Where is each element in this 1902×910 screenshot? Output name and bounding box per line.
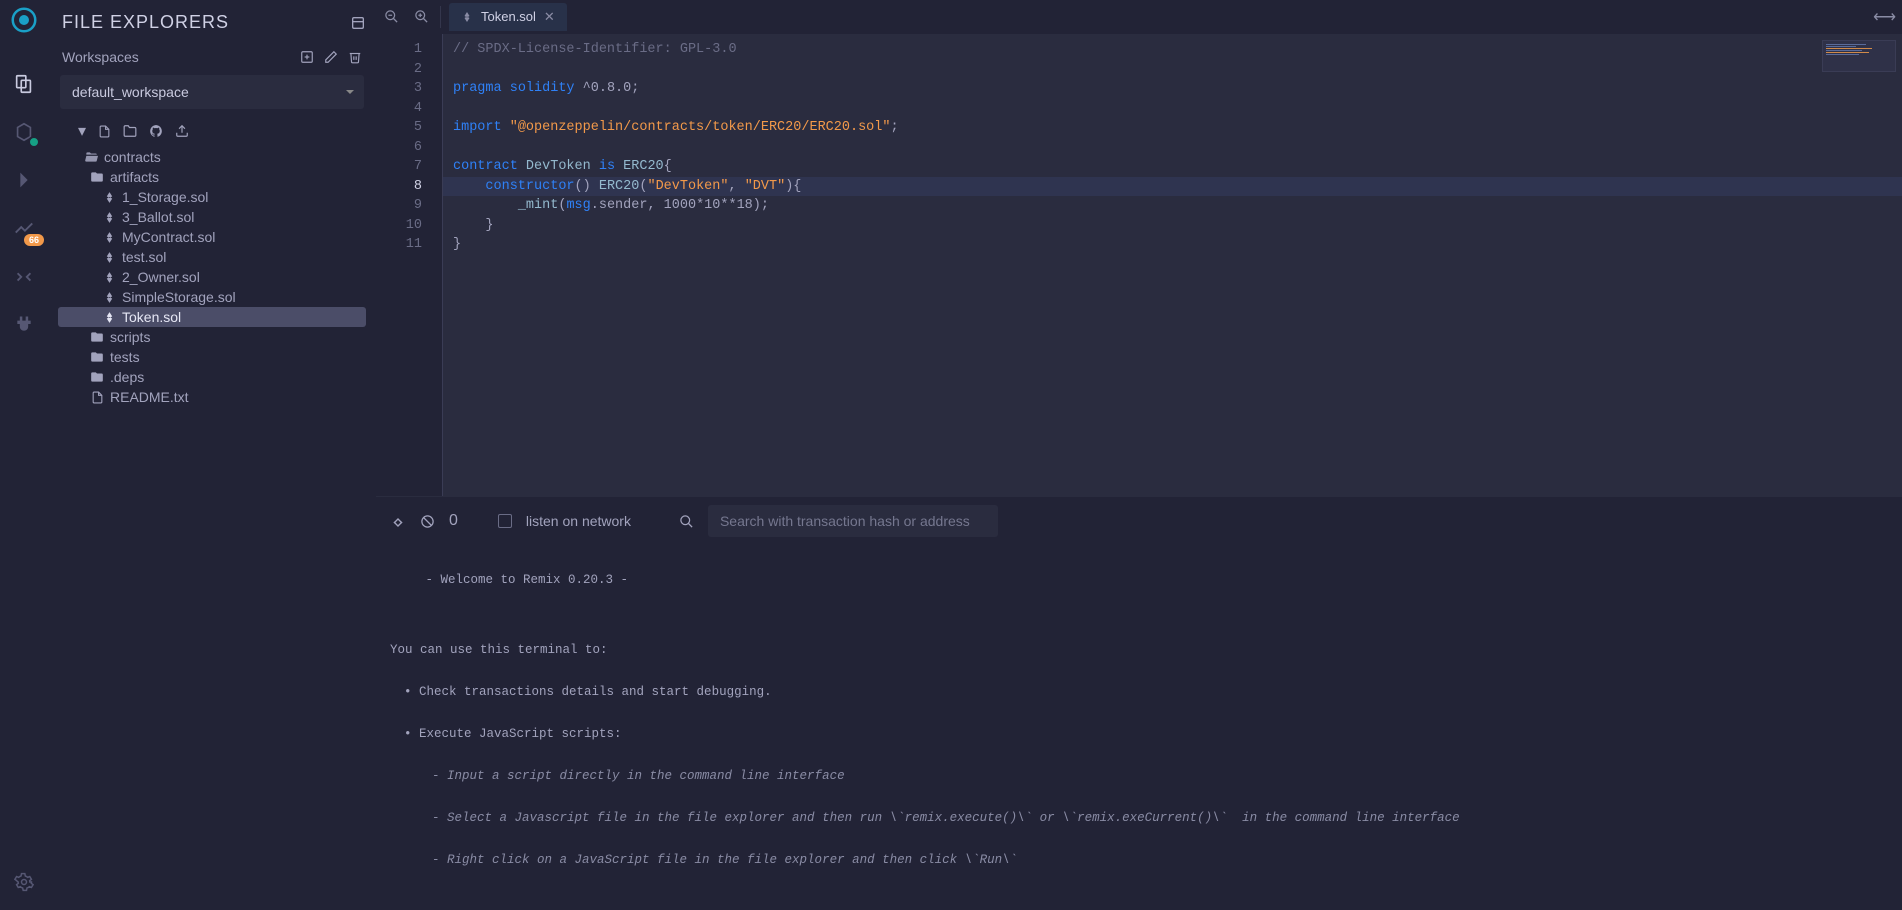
rename-workspace-icon[interactable]: [324, 50, 338, 64]
tree-item-label: MyContract.sol: [122, 229, 215, 245]
file-2_owner-sol[interactable]: 2_Owner.sol: [58, 267, 366, 287]
line-gutter: 1234567891011: [376, 34, 442, 496]
workspaces-label: Workspaces: [62, 49, 139, 65]
tree-item-label: scripts: [110, 329, 150, 345]
tree-item-label: SimpleStorage.sol: [122, 289, 236, 305]
terminal-panel: 0 listen on network - Welcome to Remix 0…: [376, 496, 1902, 910]
file-explorer-panel: FILE EXPLORERS Workspaces default_worksp…: [48, 0, 376, 910]
compiler-icon[interactable]: [4, 112, 44, 152]
github-icon[interactable]: [149, 124, 163, 138]
debugger-icon[interactable]: [4, 256, 44, 296]
pending-tx-count: 0: [449, 512, 458, 530]
tree-item-label: artifacts: [110, 169, 159, 185]
file-token-sol[interactable]: Token.sol: [58, 307, 366, 327]
file-1_storage-sol[interactable]: 1_Storage.sol: [58, 187, 366, 207]
code-content[interactable]: // SPDX-License-Identifier: GPL-3.0pragm…: [442, 34, 1902, 496]
settings-icon[interactable]: [4, 862, 44, 902]
deploy-icon[interactable]: [4, 160, 44, 200]
folder-icon: [90, 350, 104, 364]
tab-label: Token.sol: [481, 9, 536, 24]
tree-item-label: contracts: [104, 149, 161, 165]
tree-item-label: README.txt: [110, 389, 189, 405]
solidity-icon: [102, 311, 116, 324]
folder-artifacts[interactable]: artifacts: [58, 167, 366, 187]
terminal-search-input[interactable]: [708, 505, 998, 537]
remix-logo[interactable]: [8, 4, 40, 36]
solidity-icon: [461, 11, 473, 23]
zoom-out-icon[interactable]: [376, 2, 406, 32]
file-3_ballot-sol[interactable]: 3_Ballot.sol: [58, 207, 366, 227]
folder-open-icon: [84, 150, 98, 164]
tree-item-label: 2_Owner.sol: [122, 269, 200, 285]
file-simplestorage-sol[interactable]: SimpleStorage.sol: [58, 287, 366, 307]
listen-checkbox[interactable]: [498, 514, 512, 528]
file-mycontract-sol[interactable]: MyContract.sol: [58, 227, 366, 247]
file-tree: contracts artifacts 1_Storage.sol 3_Ballot.…: [58, 147, 366, 407]
file-readme-txt[interactable]: README.txt: [58, 387, 366, 407]
workspace-select[interactable]: default_workspace: [60, 75, 364, 109]
folder-icon: [90, 330, 104, 344]
tree-item-label: 1_Storage.sol: [122, 189, 208, 205]
solidity-icon: [102, 291, 116, 304]
new-file-icon[interactable]: [98, 125, 111, 138]
tab-token-sol[interactable]: Token.sol ✕: [449, 3, 567, 31]
tree-collapse-icon[interactable]: ▾: [78, 121, 86, 141]
solidity-icon: [102, 211, 116, 224]
icon-sidebar: 66: [0, 0, 48, 910]
tree-item-label: test.sol: [122, 249, 166, 265]
terminal-toolbar: 0 listen on network: [376, 497, 1902, 545]
create-workspace-icon[interactable]: [300, 50, 314, 64]
terminal-output[interactable]: - Welcome to Remix 0.20.3 - You can use …: [376, 545, 1902, 910]
solidity-icon: [102, 231, 116, 244]
clear-terminal-icon[interactable]: [420, 514, 435, 529]
folder--deps[interactable]: .deps: [58, 367, 366, 387]
delete-workspace-icon[interactable]: [348, 50, 362, 64]
upload-icon[interactable]: [175, 124, 189, 138]
editor-area: Token.sol ✕ ⟷ 1234567891011 // SPDX-Lice…: [376, 0, 1902, 910]
folder-icon: [90, 370, 104, 384]
file-test-sol[interactable]: test.sol: [58, 247, 366, 267]
tab-bar: Token.sol ✕ ⟷: [376, 0, 1902, 34]
analysis-icon[interactable]: 66: [4, 208, 44, 248]
close-icon[interactable]: ✕: [544, 9, 555, 25]
panel-dock-icon[interactable]: [350, 15, 366, 31]
solidity-icon: [102, 251, 116, 264]
solidity-icon: [102, 271, 116, 284]
tree-item-label: .deps: [110, 369, 144, 385]
folder-scripts[interactable]: scripts: [58, 327, 366, 347]
tree-item-label: 3_Ballot.sol: [122, 209, 194, 225]
zoom-in-icon[interactable]: [406, 2, 436, 32]
analysis-badge: 66: [24, 234, 44, 246]
panel-title: FILE EXPLORERS: [62, 12, 229, 33]
folder-contracts[interactable]: contracts: [58, 147, 366, 167]
terminal-toggle-icon[interactable]: [390, 510, 406, 532]
code-editor[interactable]: 1234567891011 // SPDX-License-Identifier…: [376, 34, 1902, 496]
folder-icon: [90, 170, 104, 184]
plugin-icon[interactable]: [4, 304, 44, 344]
listen-label: listen on network: [526, 513, 631, 529]
new-folder-icon[interactable]: [123, 124, 137, 138]
solidity-icon: [102, 191, 116, 204]
file-icon: [90, 391, 104, 404]
minimap[interactable]: [1822, 40, 1896, 72]
file-explorer-icon[interactable]: [4, 64, 44, 104]
tree-item-label: Token.sol: [122, 309, 181, 325]
expand-editor-icon[interactable]: ⟷: [1873, 7, 1896, 27]
folder-tests[interactable]: tests: [58, 347, 366, 367]
tree-item-label: tests: [110, 349, 140, 365]
search-icon[interactable]: [679, 514, 694, 529]
